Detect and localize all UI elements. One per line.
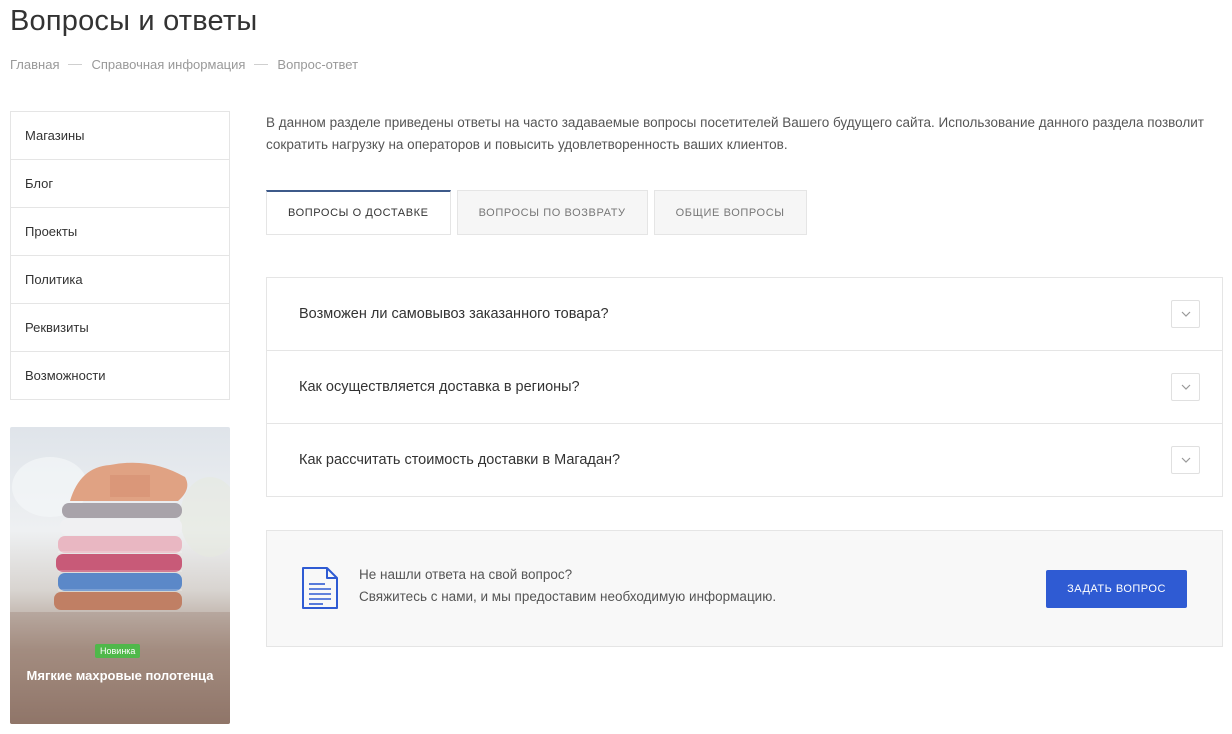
promo-badge: Новинка — [95, 644, 141, 658]
intro-text: В данном разделе приведены ответы на час… — [266, 115, 1204, 152]
promo-title: Мягкие махровые полотенца — [26, 668, 214, 683]
faq-question: Возможен ли самовывоз заказанного товара… — [299, 306, 609, 322]
faq-question: Как осуществляется доставка в регионы? — [299, 379, 580, 395]
chevron-down-icon — [1181, 311, 1190, 317]
sidebar-item-policy[interactable]: Политика — [11, 256, 229, 304]
tab-general[interactable]: Общие вопросы — [653, 190, 807, 235]
tab-returns[interactable]: Вопросы по возврату — [456, 190, 648, 235]
sidebar-item-requisites[interactable]: Реквизиты — [11, 304, 229, 352]
breadcrumb-current: Вопрос-ответ — [277, 57, 359, 72]
ask-question-button[interactable]: Задать вопрос — [1046, 570, 1187, 608]
chevron-down-icon — [1181, 457, 1190, 463]
cta-text: Не нашли ответа на свой вопрос? Свяжитес… — [359, 564, 776, 608]
expand-toggle[interactable] — [1171, 300, 1200, 328]
breadcrumb-separator — [254, 64, 269, 65]
document-icon — [302, 567, 338, 609]
breadcrumb-separator — [68, 64, 83, 65]
cta-line-1: Не нашли ответа на свой вопрос? — [359, 567, 573, 582]
faq-item[interactable]: Как осуществляется доставка в регионы? — [267, 351, 1222, 424]
breadcrumb-help[interactable]: Справочная информация — [91, 57, 245, 72]
sidebar-menu: Магазины Блог Проекты Политика Реквизиты… — [10, 111, 230, 400]
faq-accordion: Возможен ли самовывоз заказанного товара… — [266, 277, 1223, 497]
expand-toggle[interactable] — [1171, 446, 1200, 474]
breadcrumb: Главная Справочная информация Вопрос-отв… — [10, 57, 358, 72]
sidebar-item-stores[interactable]: Магазины — [11, 112, 229, 160]
chevron-down-icon — [1181, 384, 1190, 390]
faq-item[interactable]: Как рассчитать стоимость доставки в Мага… — [267, 424, 1222, 496]
ask-question-panel: Не нашли ответа на свой вопрос? Свяжитес… — [266, 530, 1223, 647]
breadcrumb-home[interactable]: Главная — [10, 57, 59, 72]
sidebar-item-blog[interactable]: Блог — [11, 160, 229, 208]
sidebar-item-features[interactable]: Возможности — [11, 352, 229, 399]
sidebar-item-projects[interactable]: Проекты — [11, 208, 229, 256]
faq-item[interactable]: Возможен ли самовывоз заказанного товара… — [267, 278, 1222, 351]
expand-toggle[interactable] — [1171, 373, 1200, 401]
promo-banner[interactable]: Новинка Мягкие махровые полотенца — [10, 427, 230, 724]
faq-question: Как рассчитать стоимость доставки в Мага… — [299, 452, 621, 468]
page-title: Вопросы и ответы — [10, 5, 258, 37]
faq-tabs: Вопросы о доставке Вопросы по возврату О… — [266, 190, 813, 235]
tab-delivery[interactable]: Вопросы о доставке — [266, 190, 451, 235]
cta-line-2: Свяжитесь с нами, и мы предоставим необх… — [359, 589, 777, 604]
